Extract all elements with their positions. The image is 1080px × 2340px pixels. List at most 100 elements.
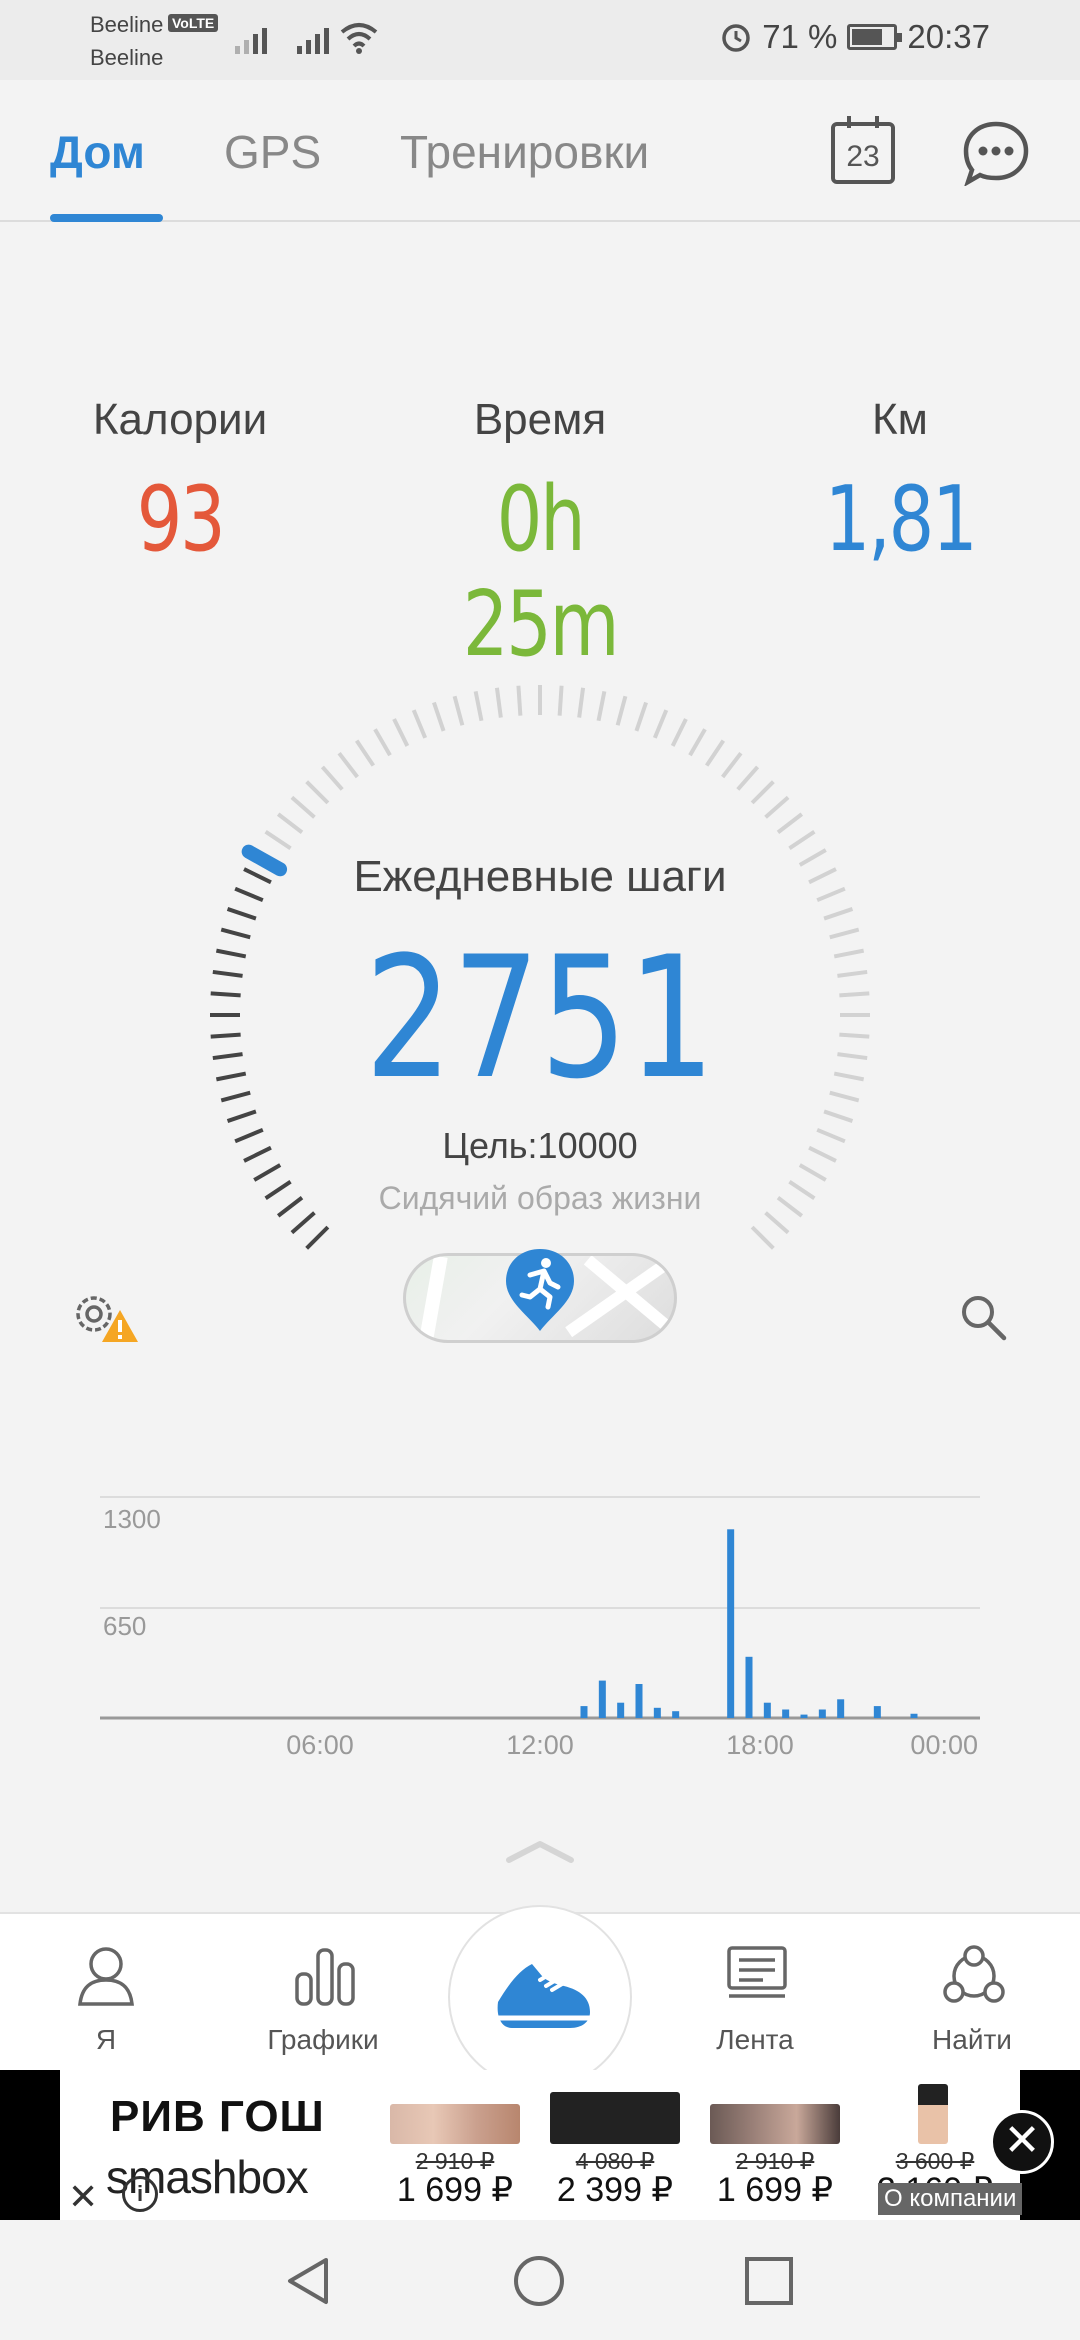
back-icon[interactable] — [282, 2254, 336, 2308]
gauge-tick — [226, 907, 257, 921]
chevron-up-icon[interactable] — [505, 1838, 575, 1864]
ad-content[interactable]: РИВ ГОШ smashbox 2 910 ₽ 1 699 ₽ 4 080 ₽… — [60, 2070, 1020, 2220]
home-icon[interactable] — [512, 2254, 566, 2308]
chart-bar — [800, 1714, 808, 1718]
battery-icon — [847, 24, 903, 50]
x-tick-label: 12:00 — [506, 1730, 574, 1760]
chart-bar — [653, 1707, 661, 1718]
chart-bar — [782, 1709, 790, 1718]
carrier-1: Beeline — [90, 12, 164, 37]
nav-item-me[interactable]: Я — [6, 1914, 206, 2072]
tab-home[interactable]: Дом — [50, 125, 145, 179]
gauge-tick — [411, 709, 428, 739]
gauge-tick — [473, 690, 484, 722]
system-navigation — [0, 2220, 1080, 2340]
gauge-tick — [305, 1225, 330, 1250]
settings-warning-icon[interactable] — [68, 1290, 140, 1346]
gauge-tick — [276, 812, 304, 834]
running-shoe-icon — [497, 1964, 590, 2028]
ad-about-link[interactable]: О компании — [878, 2183, 1023, 2215]
ad-product[interactable]: 4 080 ₽ 2 399 ₽ — [540, 2070, 690, 2220]
start-workout-button[interactable] — [448, 1905, 632, 2089]
chart-bar — [617, 1702, 625, 1718]
gauge-tick — [305, 780, 330, 805]
ad-new-price: 1 699 ₽ — [396, 2171, 514, 2209]
gauge-tick — [253, 1163, 282, 1182]
time-label: Время — [473, 395, 607, 444]
chart-bars — [580, 1529, 918, 1718]
chart-bar — [837, 1699, 845, 1718]
hourly-steps-chart: 1300 650 06:00 12:00 18:00 00:00 — [100, 1496, 980, 1760]
signal-icon — [297, 22, 329, 54]
steps-count: 2751 — [364, 920, 716, 1116]
nav-item-feed[interactable]: Лента — [655, 1914, 855, 2072]
gauge-tick — [736, 765, 760, 791]
nav-item-charts[interactable]: Графики — [223, 1914, 423, 2072]
x-tick-label: 00:00 — [910, 1730, 978, 1760]
gauge-tick — [373, 728, 392, 757]
calories-value: 93 — [136, 467, 226, 572]
ad-product[interactable]: 2 910 ₽ 1 699 ₽ — [700, 2070, 850, 2220]
gauge-tick — [494, 687, 503, 718]
ad-dismiss-icon[interactable]: ✕ — [68, 2176, 98, 2218]
x-tick-label: 06:00 — [286, 1730, 354, 1760]
recents-icon[interactable] — [742, 2254, 796, 2308]
chat-icon[interactable] — [962, 120, 1030, 186]
nav-label-charts: Графики — [267, 2024, 379, 2055]
chart-bar — [635, 1684, 643, 1718]
km-label: Км — [872, 395, 928, 444]
calories-label: Калории — [92, 395, 268, 444]
chart-bar — [763, 1702, 771, 1718]
activity-status: Сидячий образ жизни — [378, 1180, 702, 1216]
gauge-tick — [788, 829, 816, 850]
gauge-tick — [337, 751, 359, 779]
tab-gps[interactable]: GPS — [224, 125, 321, 179]
chart-bar — [672, 1711, 680, 1718]
km-value: 1,81 — [824, 467, 978, 572]
tab-workouts[interactable]: Тренировки — [400, 125, 649, 179]
running-pin-icon[interactable] — [500, 1245, 580, 1335]
ad-product[interactable]: 2 910 ₽ 1 699 ₽ — [380, 2070, 530, 2220]
gauge-tick — [432, 701, 446, 732]
gauge-tick — [705, 739, 726, 767]
ad-new-price: 1 699 ₽ — [716, 2171, 834, 2209]
chart-bar — [727, 1529, 735, 1718]
wifi-icon — [340, 23, 378, 54]
time-value: 0h 25m — [462, 467, 620, 677]
chart-bar — [873, 1706, 881, 1718]
time-stat: Время 0h 25m — [380, 395, 700, 677]
y-tick-650: 650 — [103, 1611, 146, 1641]
nav-item-find[interactable]: Найти — [872, 1914, 1072, 2072]
gauge-tick — [615, 695, 628, 726]
gauge-tick — [392, 718, 410, 747]
gauge-tick — [290, 795, 316, 819]
ad-new-price: 2 399 ₽ — [556, 2171, 674, 2209]
volte-badge: VoLTE — [168, 14, 219, 32]
daily-steps-title: Ежедневные шаги — [353, 852, 727, 901]
chart-x-ticks: 06:00 12:00 18:00 00:00 — [286, 1730, 978, 1760]
chart-bar — [910, 1713, 918, 1718]
bar-chart-icon — [295, 1948, 355, 2006]
status-bar: Beeline VoLTE Beeline 71 % 20:37 — [0, 0, 1080, 80]
chart-bar — [580, 1706, 588, 1718]
ad-info-icon[interactable]: i — [122, 2176, 158, 2212]
nav-label-feed: Лента — [716, 2024, 794, 2055]
gauge-tick — [557, 685, 564, 716]
gauge-tick — [670, 718, 688, 747]
gauge-tick — [750, 1225, 775, 1250]
gauge-tick — [516, 685, 523, 716]
gauge-tick — [264, 829, 292, 850]
clock: 20:37 — [907, 18, 990, 55]
steps-goal: Цель:10000 — [442, 1125, 638, 1166]
gauge-tick — [721, 751, 743, 779]
search-icon[interactable] — [958, 1292, 1008, 1342]
gauge-tick — [750, 780, 775, 805]
gauge-tick — [452, 695, 465, 726]
feed-icon — [727, 1946, 787, 1998]
gauge-tick — [764, 795, 790, 819]
ad-close-button[interactable]: ✕ — [990, 2110, 1054, 2174]
calendar-icon[interactable]: 23 — [831, 116, 895, 184]
active-tab-indicator — [50, 214, 163, 222]
signal-icon — [235, 22, 267, 54]
x-tick-label: 18:00 — [726, 1730, 794, 1760]
